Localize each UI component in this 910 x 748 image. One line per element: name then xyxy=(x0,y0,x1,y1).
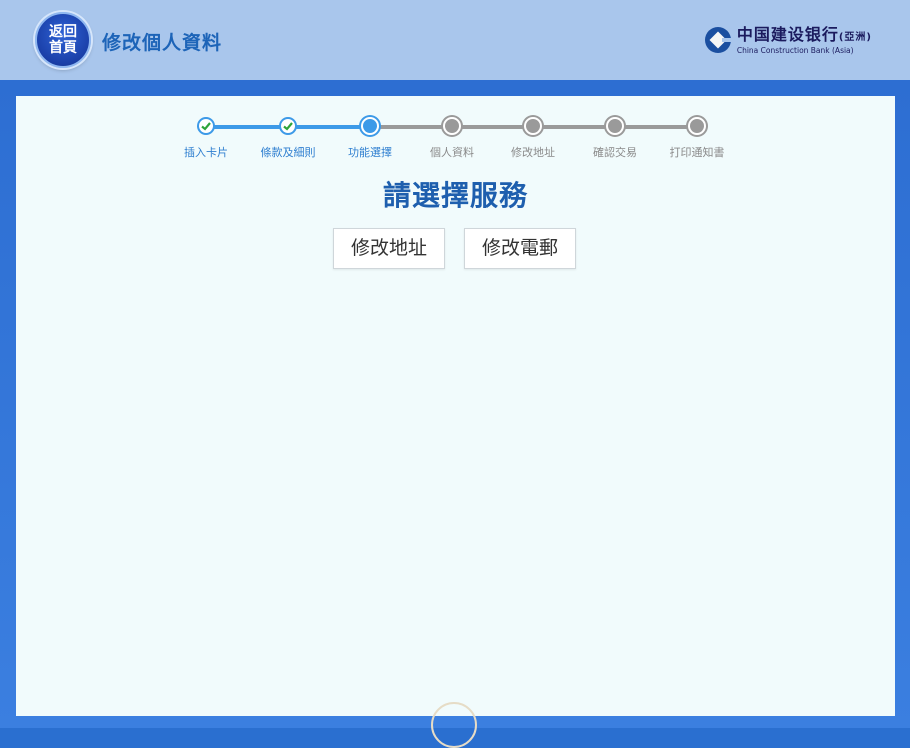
logo-chinese: 中国建设银行 xyxy=(736,24,839,44)
home-button[interactable]: 返回 首頁 xyxy=(35,12,91,68)
change-address-button[interactable]: 修改地址 xyxy=(333,228,445,269)
ccb-logo-icon xyxy=(704,27,732,53)
home-button-line-1: 返回 xyxy=(49,24,77,40)
step-label-6: 確認交易 xyxy=(593,146,637,159)
change-email-button[interactable]: 修改電郵 xyxy=(464,228,576,269)
bottom-watermark-icon xyxy=(431,702,477,748)
logo-chinese-suffix: (亞洲) xyxy=(838,31,872,43)
step-label-4: 個人資料 xyxy=(430,146,474,159)
step-label-1: 插入卡片 xyxy=(184,146,228,159)
step-1-check-icon xyxy=(197,117,215,135)
step-label-2: 條款及細則 xyxy=(260,146,316,159)
step-2-check-icon xyxy=(279,117,297,135)
step-4-pending-icon xyxy=(443,117,461,135)
home-button-line-2: 首頁 xyxy=(49,40,77,56)
logo-english: China Construction Bank (Asia) xyxy=(736,45,854,55)
select-service-heading: 請選擇服務 xyxy=(382,179,528,212)
step-7-pending-icon xyxy=(688,117,706,135)
progress-stepper: 插入卡片 條款及細則 功能選擇 個人資料 修改地址 確認交易 打印通知書 xyxy=(16,96,895,166)
step-label-7: 打印通知書 xyxy=(669,146,725,159)
ccb-logo: 中国建设银行(亞洲) China Construction Bank (Asia… xyxy=(704,24,872,56)
logo-chinese-text: 中国建设银行(亞洲) xyxy=(737,26,872,46)
page-title: 修改個人資料 xyxy=(102,32,223,54)
step-5-pending-icon xyxy=(524,117,542,135)
header-bar: 返回 首頁 修改個人資料 中国建设银行(亞洲) China Constructi… xyxy=(0,0,910,80)
main-panel: 插入卡片 條款及細則 功能選擇 個人資料 修改地址 確認交易 打印通知書 請選擇… xyxy=(16,96,895,748)
step-label-5: 修改地址 xyxy=(511,146,555,159)
step-label-3: 功能選擇 xyxy=(348,146,392,159)
step-6-pending-icon xyxy=(606,117,624,135)
step-3-current-icon xyxy=(361,117,379,135)
